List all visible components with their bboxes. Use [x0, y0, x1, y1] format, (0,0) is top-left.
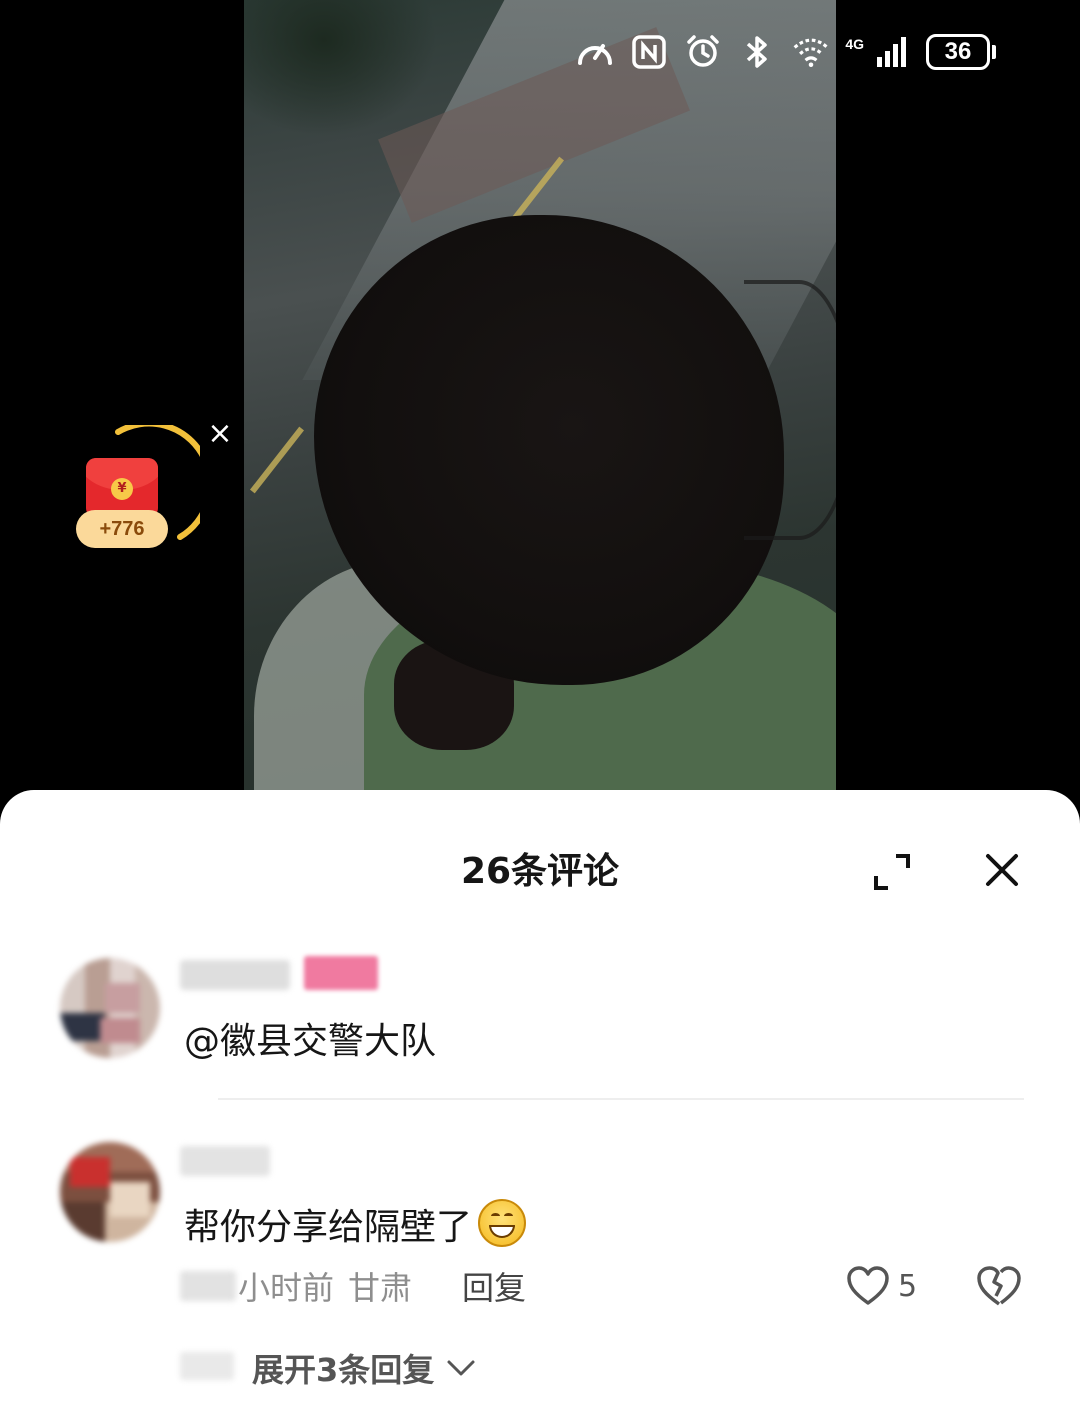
battery-indicator: 36 — [926, 34, 996, 70]
grinning-face-icon — [478, 1199, 527, 1247]
video-frame[interactable] — [244, 0, 836, 800]
username-redacted[interactable] — [180, 960, 290, 990]
comments-count-title: 26条评论 — [460, 851, 620, 892]
like-count: 5 — [898, 1268, 918, 1304]
battery-level: 36 — [926, 34, 990, 70]
author-tag-redacted — [304, 956, 378, 990]
comment-meta: 小时前 甘肃 回复 — [180, 1264, 526, 1308]
like-button[interactable]: 5 — [846, 1264, 917, 1308]
comment-time: 小时前 — [238, 1269, 335, 1307]
red-packet-widget[interactable]: ¥ +776 — [70, 425, 200, 555]
battery-tip — [992, 45, 996, 59]
bonus-badge: +776 — [76, 510, 168, 548]
avatar[interactable] — [60, 958, 160, 1058]
expand-replies-button[interactable]: 展开3条回复 — [252, 1346, 476, 1390]
yuan-coin-icon: ¥ — [111, 478, 133, 500]
signal-icon — [872, 32, 912, 72]
comment-location: 甘肃 — [348, 1269, 413, 1307]
heart-icon — [847, 1266, 889, 1305]
broken-heart-icon — [977, 1266, 1021, 1306]
video-player[interactable] — [0, 0, 1080, 800]
expand-icon[interactable] — [872, 852, 912, 892]
expand-replies-label: 展开3条回复 — [252, 1351, 435, 1389]
comments-sheet: 26条评论 @徽县交警大队 帮你分享给隔壁了 小时前 甘肃 回复 5 展开3条回… — [0, 790, 1080, 1404]
comment-text-content: 帮你分享给隔壁了 — [184, 1207, 473, 1248]
close-icon[interactable] — [982, 850, 1022, 890]
reply-button[interactable]: 回复 — [462, 1263, 526, 1309]
network-type-label: 4G — [845, 36, 864, 52]
avatar[interactable] — [60, 1142, 160, 1242]
time-redacted — [180, 1271, 236, 1301]
red-packet-close-icon[interactable]: × — [204, 418, 236, 450]
bluetooth-icon — [737, 32, 777, 72]
red-envelope-icon: ¥ — [86, 458, 158, 518]
dislike-button[interactable] — [974, 1264, 1024, 1308]
expand-replies-redacted — [180, 1352, 234, 1380]
comment-divider — [218, 1098, 1024, 1100]
speedometer-icon — [575, 32, 615, 72]
status-bar: 4G 36 — [575, 30, 996, 74]
helmet-strap — [744, 280, 836, 540]
comment-text: 帮你分享给隔壁了 — [184, 1198, 527, 1250]
alarm-icon — [683, 32, 723, 72]
chevron-down-icon — [447, 1360, 475, 1376]
wifi-icon — [791, 32, 831, 72]
comment-text: @徽县交警大队 — [184, 1021, 437, 1062]
lane-marking — [250, 426, 304, 494]
username-redacted[interactable] — [180, 1146, 270, 1176]
nfc-icon — [629, 32, 669, 72]
